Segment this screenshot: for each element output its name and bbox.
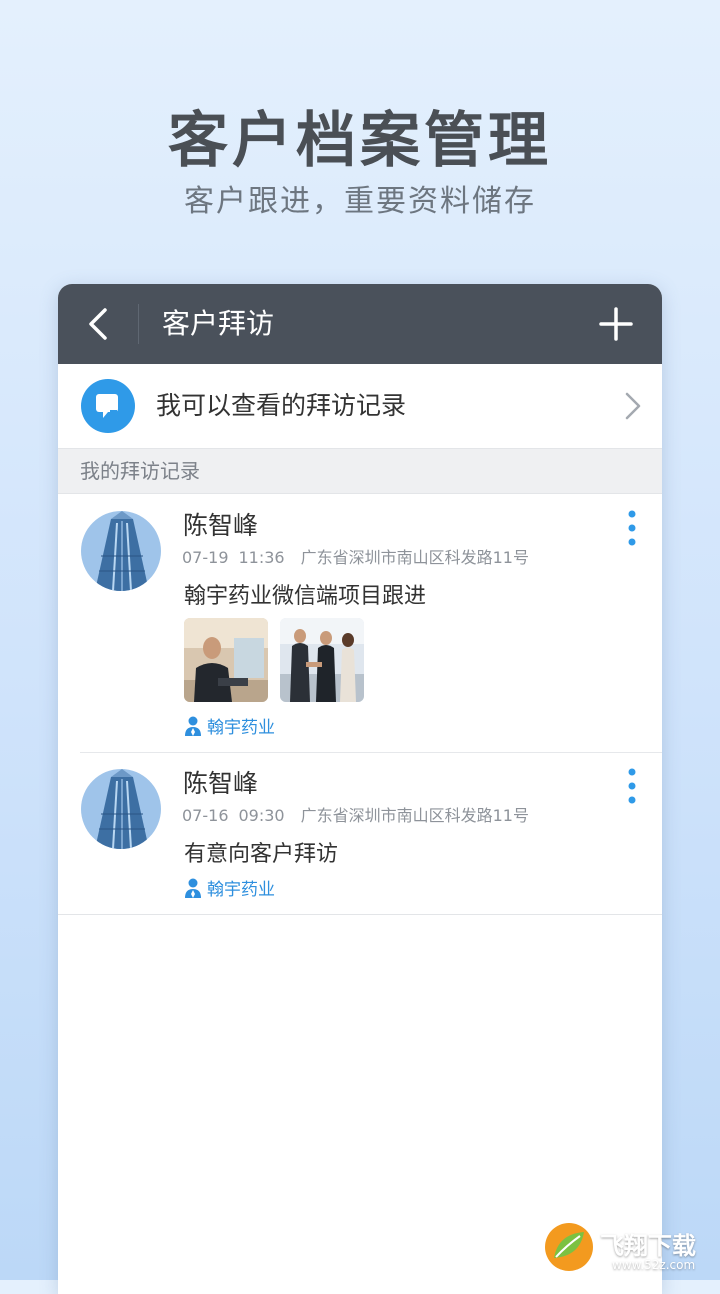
customer-tag[interactable]: 翰宇药业: [184, 713, 275, 738]
more-options-button[interactable]: [622, 766, 642, 806]
viewable-visits-label: 我可以查看的拜访记录: [156, 391, 407, 420]
avatar: [81, 511, 161, 591]
avatar: [81, 769, 161, 849]
add-visit-button[interactable]: [590, 284, 642, 364]
viewable-visits-row[interactable]: 我可以查看的拜访记录: [58, 364, 662, 449]
chevron-right-icon: [625, 392, 641, 420]
visit-content: 有意向客户拜访: [184, 842, 339, 867]
person-icon: [185, 716, 201, 736]
page-title: 客户拜访: [162, 307, 275, 340]
customer-tag-label: 翰宇药业: [207, 718, 275, 738]
visit-time: 09:30: [238, 806, 285, 825]
visit-photo[interactable]: [184, 618, 268, 702]
visitor-name: 陈智峰: [183, 511, 259, 540]
appbar-divider: [138, 304, 139, 344]
promo-subtitle: 客户跟进，重要资料储存: [184, 184, 536, 219]
visit-date: 07-19: [182, 548, 229, 567]
section-header: 我的拜访记录: [58, 449, 662, 494]
promo-title: 客户档案管理: [168, 106, 552, 176]
customer-tag[interactable]: 翰宇药业: [184, 875, 275, 900]
more-vertical-icon: [628, 768, 636, 804]
visit-content: 翰宇药业微信端项目跟进: [184, 584, 427, 609]
visit-record[interactable]: 陈智峰 07-16 09:30 广东省深圳市南山区科发路11号 有意向客户拜访 翰宇…: [58, 752, 662, 915]
visit-photos: [184, 618, 364, 702]
chat-bubble-icon: [81, 379, 135, 433]
visit-meta: 07-19 11:36 广东省深圳市南山区科发路11号: [182, 544, 529, 568]
visit-date: 07-16: [182, 806, 229, 825]
visit-photo[interactable]: [280, 618, 364, 702]
chevron-left-icon: [89, 308, 107, 340]
person-icon: [185, 878, 201, 898]
visit-address: 广东省深圳市南山区科发路11号: [300, 806, 529, 825]
more-options-button[interactable]: [622, 508, 642, 548]
back-button[interactable]: [58, 284, 138, 364]
visit-address: 广东省深圳市南山区科发路11号: [300, 548, 529, 567]
visitor-name: 陈智峰: [183, 769, 259, 798]
app-screen: 客户拜访 我可以查看的拜访记录 我的拜访记录 陈智峰 07-19 11:36 广…: [58, 284, 662, 1294]
visit-meta: 07-16 09:30 广东省深圳市南山区科发路11号: [182, 802, 529, 826]
more-vertical-icon: [628, 510, 636, 546]
leaf-logo-icon: [545, 1223, 593, 1271]
visit-time: 11:36: [238, 548, 285, 567]
app-bar: 客户拜访: [58, 284, 662, 364]
customer-tag-label: 翰宇药业: [207, 880, 275, 900]
watermark-url: www.52z.com: [612, 1258, 696, 1272]
visit-record[interactable]: 陈智峰 07-19 11:36 广东省深圳市南山区科发路11号 翰宇药业微信端项目跟…: [58, 494, 662, 752]
plus-icon: [599, 307, 633, 341]
watermark-text: 飞翔下载: [600, 1232, 696, 1260]
